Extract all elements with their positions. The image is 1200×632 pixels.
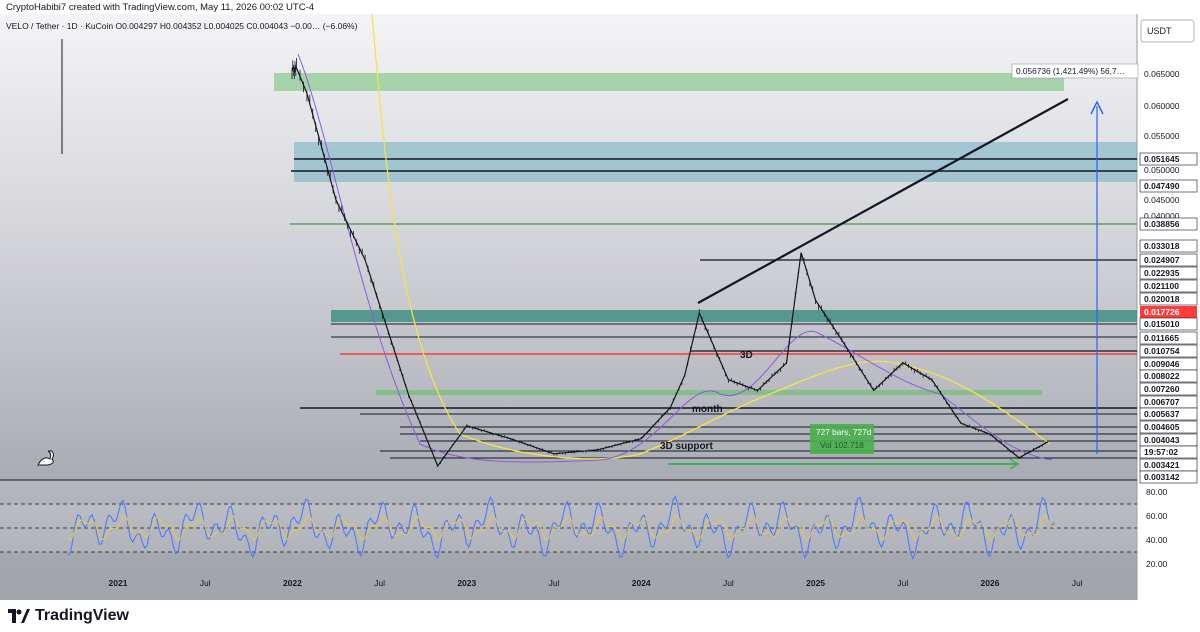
price-scale-label: 0.009046 [1144,359,1180,369]
time-axis[interactable] [0,570,1137,600]
time-axis-label: 2024 [632,578,651,588]
time-axis-label: Jul [723,578,734,588]
price-scale-label: 0.021100 [1144,281,1179,291]
time-axis-label: 2022 [283,578,302,588]
footer-brand: TradingView [8,604,129,628]
zone-green-top [274,73,1064,91]
price-scale-label: 0.033018 [1144,241,1180,251]
rsi-layer [0,495,1137,560]
price-scale-label: 0.011665 [1144,333,1179,343]
price-scale-label: 0.004605 [1144,422,1180,432]
rsi-scale-label: 40.00 [1146,535,1168,545]
price-scale-label: 0.006707 [1144,397,1180,407]
volume-label: Vol 102.718 [820,440,864,450]
zone-teal [294,142,1137,182]
price-scale-label: 0.005637 [1144,409,1180,419]
price-scale-label: 0.003421 [1144,460,1180,470]
time-axis-label: Jul [374,578,385,588]
label-3d-support: 3D support [660,441,713,452]
label-month: month [692,404,723,415]
price-scale-label: 0.003142 [1144,472,1180,482]
bars-count-label: 727 bars, 727d [816,427,872,437]
price-scale-label: 0.024907 [1144,255,1180,265]
time-axis-label: Jul [1072,578,1083,588]
time-axis-label: 2021 [109,578,128,588]
brand-name: TradingView [35,607,129,624]
price-scale-label: 0.038856 [1144,219,1180,229]
created-by-text: CryptoHabibi7 created with TradingView.c… [6,2,315,13]
symbol-legend[interactable]: VELO / Tether · 1D · KuCoin O0.004297 H0… [6,21,358,31]
time-axis-label: Jul [200,578,211,588]
rsi-scale-label: 20.00 [1146,559,1168,569]
price-chart[interactable]: 0.056736 (1,421.49%) 56,7… 3D month 3D supp… [0,13,1200,600]
price-scale-label: 19:57:02 [1144,447,1178,457]
price-scale-label: 0.004043 [1144,435,1180,445]
price-scale-label: 0.010754 [1144,346,1180,356]
chart-frame: 0.056736 (1,421.49%) 56,7… 3D month 3D supp… [0,13,1200,600]
currency-button-label: USDT [1147,26,1172,36]
price-scale-label: 0.007260 [1144,384,1180,394]
time-axis-label: 2023 [457,578,476,588]
price-scale-label: 0.050000 [1144,165,1180,175]
price-scale-label: 0.008022 [1144,371,1180,381]
rsi-scale-label: 60.00 [1146,511,1168,521]
time-axis-label: Jul [897,578,908,588]
time-axis-label: 2026 [981,578,1000,588]
price-scale-label: 0.051645 [1144,154,1180,164]
zone-dark-green [331,310,1137,322]
rsi-scale-label: 80.00 [1146,487,1168,497]
price-scale-label: 0.060000 [1144,101,1180,111]
projection-label: 0.056736 (1,421.49%) 56,7… [1016,66,1125,76]
time-axis-label: 2025 [806,578,825,588]
price-scale-label: 0.017726 [1144,307,1180,317]
price-scale-label: 0.065000 [1144,69,1180,79]
price-scale-label: 0.020018 [1144,294,1180,304]
price-scale-label: 0.022935 [1144,268,1180,278]
label-3d: 3D [740,350,753,361]
price-scale-label: 0.045000 [1144,195,1180,205]
price-scale-label: 0.015010 [1144,319,1180,329]
tradingview-logo-icon [8,609,30,623]
price-scale-label: 0.055000 [1144,131,1180,141]
price-scale-label: 0.047490 [1144,181,1180,191]
time-axis-label: Jul [549,578,560,588]
